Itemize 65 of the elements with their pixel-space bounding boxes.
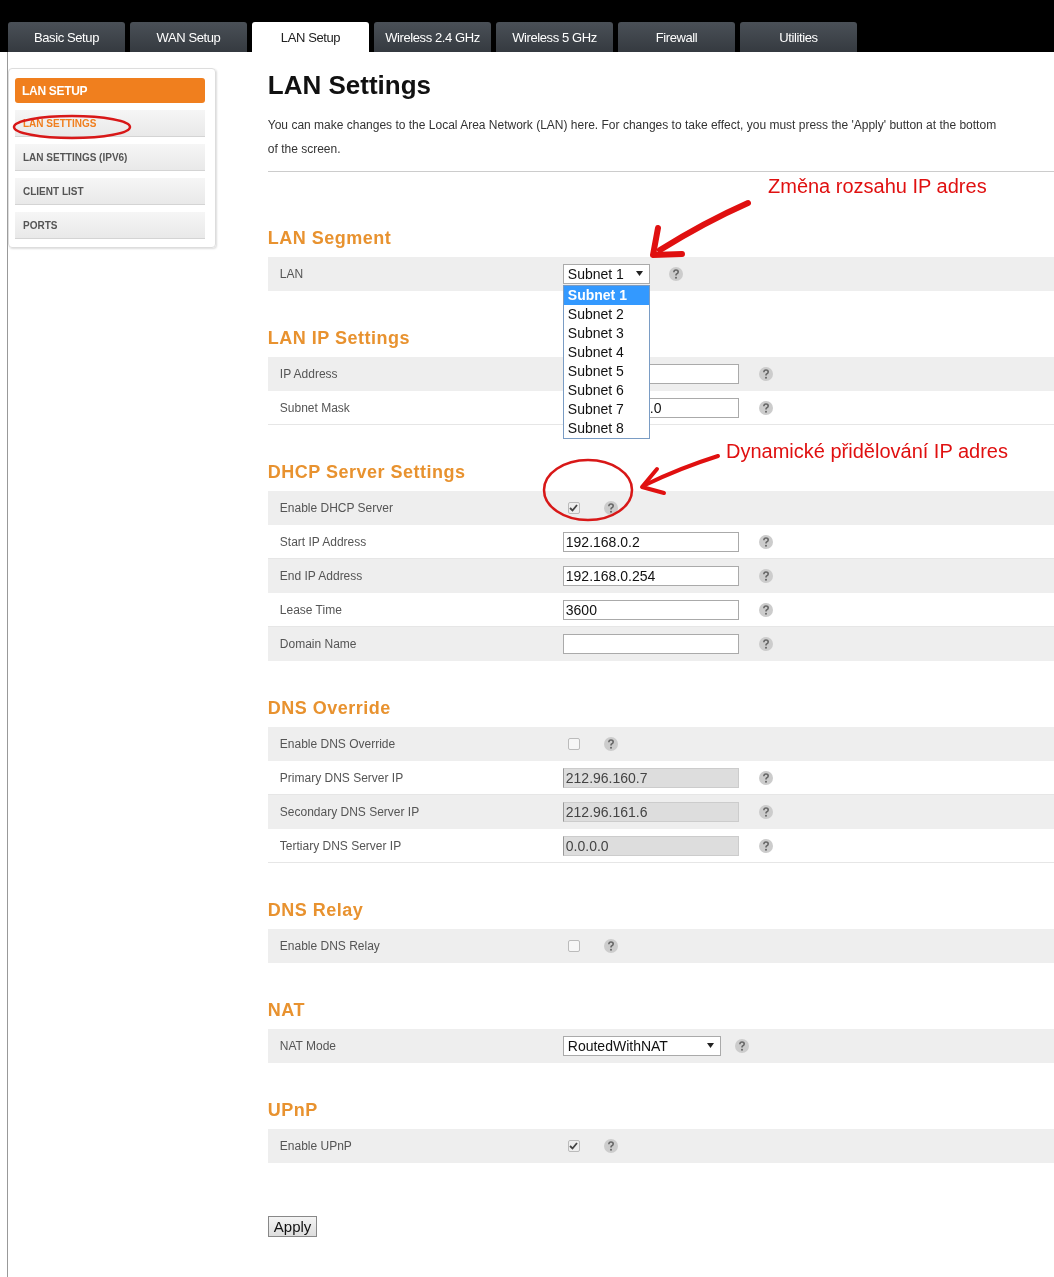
nav-tab[interactable]: Wireless 5 GHz xyxy=(496,22,613,52)
checkbox[interactable] xyxy=(567,501,580,514)
field-label: Tertiary DNS Server IP xyxy=(278,838,403,853)
text-field[interactable] xyxy=(562,633,739,654)
help-icon[interactable] xyxy=(603,736,618,751)
sidebar-item[interactable]: PORTS xyxy=(15,212,205,239)
sidebar-item[interactable]: CLIENT LIST xyxy=(15,178,205,205)
help-icon[interactable] xyxy=(758,804,773,819)
field-label: Enable DHCP Server xyxy=(278,500,394,515)
section-heading: UPnP xyxy=(267,1099,318,1121)
caret-icon xyxy=(635,271,643,276)
sidebar-title: LAN SETUP xyxy=(15,78,205,103)
help-icon[interactable] xyxy=(603,938,618,953)
field-label: Lease Time xyxy=(278,602,343,617)
help-icon[interactable] xyxy=(603,1138,618,1153)
section-heading: DNS Override xyxy=(267,697,391,719)
page-title: LAN Settings xyxy=(267,69,433,101)
nav-tab[interactable]: Wireless 2.4 GHz xyxy=(374,22,491,52)
annotation-text: Změna rozsahu IP adres xyxy=(768,175,987,198)
help-icon[interactable] xyxy=(758,602,773,617)
dropdown[interactable]: Subnet 1 xyxy=(562,263,650,284)
section-heading: DHCP Server Settings xyxy=(267,461,466,483)
field-label: IP Address xyxy=(278,366,339,381)
field-label: LAN xyxy=(278,266,305,281)
nav-tab[interactable]: Utilities xyxy=(740,22,857,52)
checkbox[interactable] xyxy=(567,939,580,952)
section-heading: DNS Relay xyxy=(267,899,364,921)
help-icon[interactable] xyxy=(758,534,773,549)
help-icon[interactable] xyxy=(758,400,773,415)
dropdown[interactable]: RoutedWithNAT xyxy=(562,1035,721,1056)
field-label: Subnet Mask xyxy=(278,400,351,415)
nav-tab[interactable]: Firewall xyxy=(618,22,735,52)
caret-icon xyxy=(706,1043,714,1048)
field-label: Enable DNS Override xyxy=(278,736,397,751)
field-label: End IP Address xyxy=(278,568,364,583)
field-label: NAT Mode xyxy=(278,1038,338,1053)
page-description: You can make changes to the Local Area Network (LAN) here. For changes to take effect, you must press the 'Apply' button at the bottom of the screen. xyxy=(267,117,998,158)
help-icon[interactable] xyxy=(603,500,618,515)
field-label: Enable UPnP xyxy=(278,1138,353,1153)
checkbox[interactable] xyxy=(567,1139,580,1152)
field-label: Primary DNS Server IP xyxy=(278,770,405,785)
help-icon[interactable] xyxy=(758,568,773,583)
section-heading: LAN Segment xyxy=(267,227,392,249)
field-label: Secondary DNS Server IP xyxy=(278,804,421,819)
help-icon[interactable] xyxy=(758,838,773,853)
nav-tab[interactable]: Basic Setup xyxy=(8,22,125,52)
section-heading: LAN IP Settings xyxy=(267,327,410,349)
nav-tab[interactable]: WAN Setup xyxy=(130,22,247,52)
nav-tab[interactable]: LAN Setup xyxy=(252,22,369,52)
help-icon[interactable] xyxy=(668,266,683,281)
checkbox[interactable] xyxy=(567,737,580,750)
help-icon[interactable] xyxy=(758,770,773,785)
text-field[interactable]: 3600 xyxy=(562,599,739,620)
help-icon[interactable] xyxy=(758,366,773,381)
text-field[interactable]: 192.168.0.254 xyxy=(562,565,739,586)
field-label: Enable DNS Relay xyxy=(278,938,381,953)
field-label: Domain Name xyxy=(278,636,358,651)
field-label: Start IP Address xyxy=(278,534,368,549)
sidebar-item[interactable]: LAN SETTINGS (IPV6) xyxy=(15,144,205,171)
annotation-text: Dynamické přidělování IP adres xyxy=(726,440,1008,463)
apply-button[interactable]: Apply xyxy=(267,1216,318,1237)
section-heading: NAT xyxy=(267,999,305,1021)
text-field[interactable]: 192.168.0.2 xyxy=(562,531,739,552)
help-icon[interactable] xyxy=(734,1038,749,1053)
help-icon[interactable] xyxy=(758,636,773,651)
